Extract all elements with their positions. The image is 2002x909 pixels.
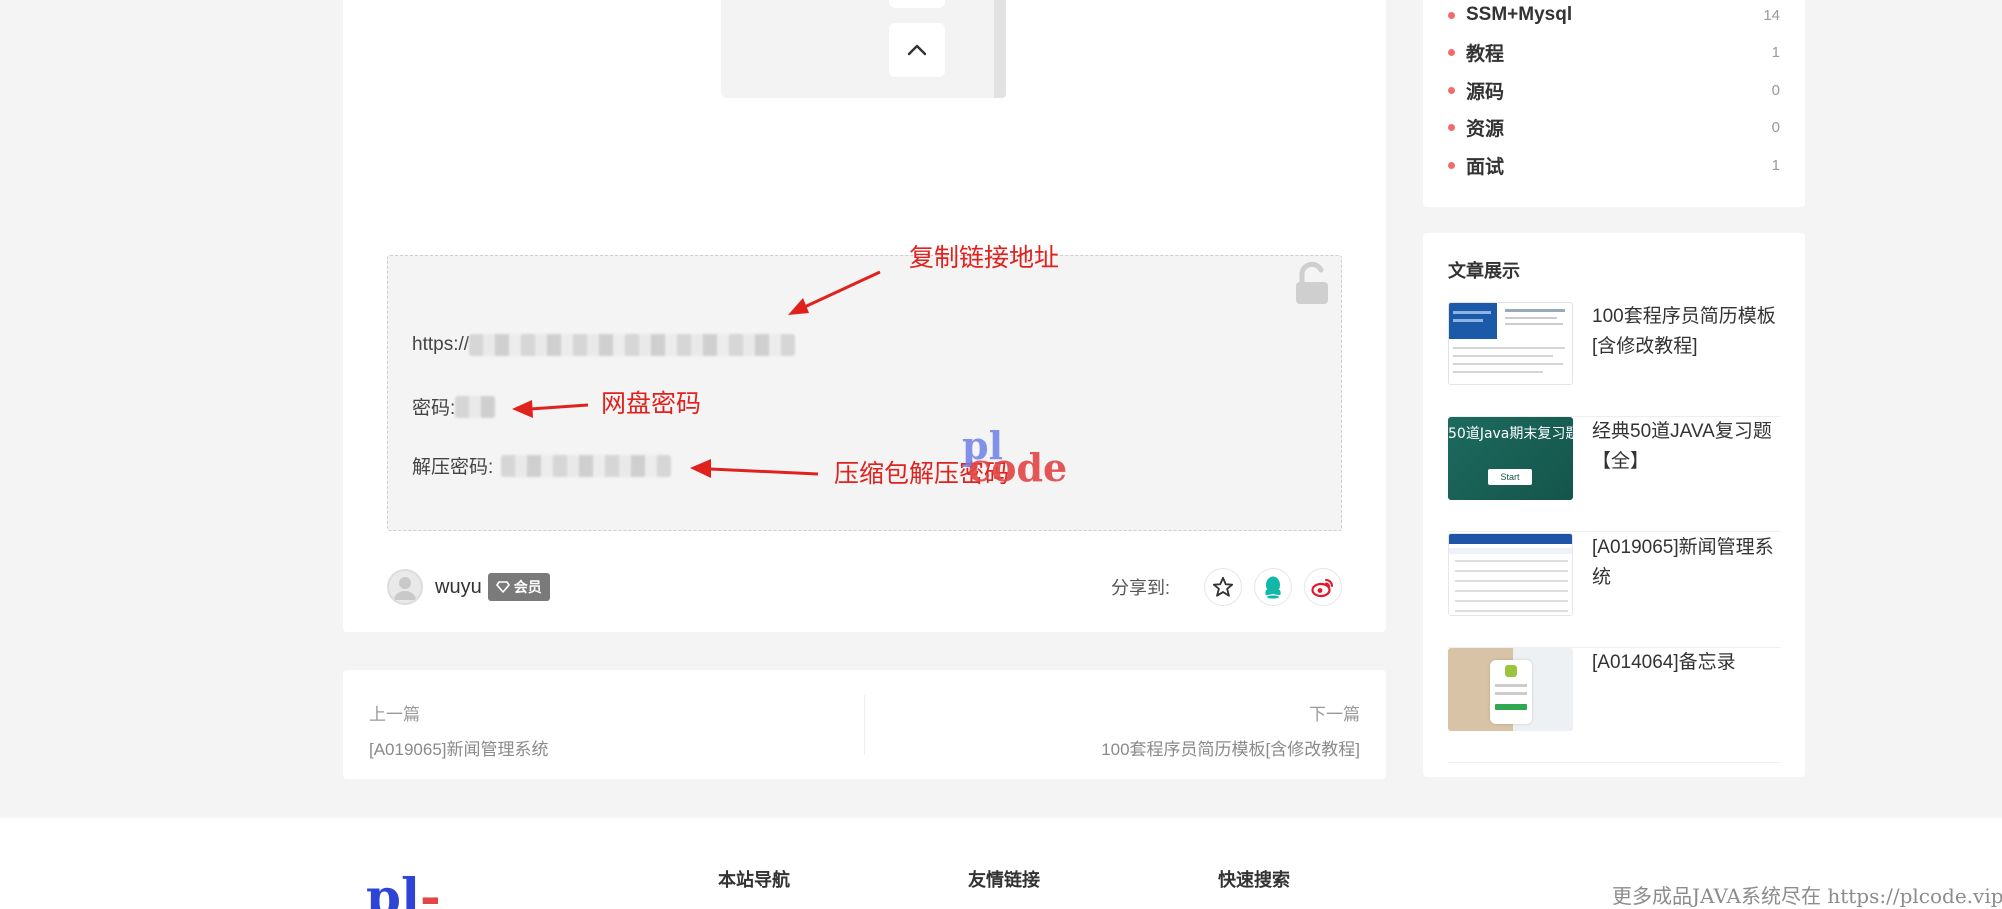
prev-post-link[interactable]: 上一篇 [A019065]新闻管理系统 — [369, 700, 549, 760]
author-name[interactable]: wuyu — [435, 576, 482, 599]
category-name: 面试 — [1466, 156, 1505, 178]
share-bar: 分享到: — [1111, 568, 1342, 606]
unlock-icon — [1296, 262, 1328, 304]
viewer-scrollbar[interactable] — [994, 0, 1006, 98]
category-count: 0 — [1771, 118, 1780, 136]
annotation-copy-link: 复制链接地址 — [909, 243, 1060, 272]
category-name: 源码 — [1466, 81, 1505, 103]
category-count: 1 — [1771, 156, 1780, 174]
download-link-text: https:// — [412, 334, 470, 355]
article-showcase: 文章展示 100套程序员简历模板[含修改教程] 50道Java期末复习题 Sta… — [1423, 233, 1805, 777]
list-item[interactable]: [A019065]新闻管理系统 — [1448, 533, 1780, 648]
category-item-tutorial[interactable]: 教程 1 — [1448, 39, 1780, 65]
post-thumbnail[interactable] — [1448, 648, 1573, 731]
list-item[interactable]: 100套程序员简历模板[含修改教程] — [1448, 302, 1780, 417]
user-icon — [394, 577, 416, 600]
footer-friend-links-heading: 友情链接 — [968, 870, 1040, 890]
prev-post-title: [A019065]新闻管理系统 — [369, 740, 549, 759]
list-item[interactable]: [A014064]备忘录 — [1448, 648, 1780, 763]
thumb-caption: 50道Java期末复习题 — [1448, 426, 1573, 442]
post-title[interactable]: 100套程序员简历模板[含修改教程] — [1592, 302, 1782, 362]
unzip-password-label: 解压密码: — [412, 457, 494, 478]
password-label: 密码: — [412, 398, 456, 419]
post-navigation: 上一篇 [A019065]新闻管理系统 下一篇 100套程序员简历模板[含修改教… — [343, 670, 1386, 779]
qq-share-button[interactable] — [1254, 568, 1292, 606]
post-thumbnail[interactable] — [1448, 302, 1573, 385]
chevron-up-icon — [907, 44, 927, 56]
weibo-share-button[interactable] — [1304, 568, 1342, 606]
list-item[interactable]: 50道Java期末复习题 Start 经典50道JAVA复习题【全】 — [1448, 417, 1780, 532]
bullet-dot — [1448, 48, 1455, 56]
category-name: 资源 — [1466, 118, 1505, 140]
logo-dash: - — [419, 867, 441, 909]
category-item-source[interactable]: 源码 0 — [1448, 77, 1780, 103]
scroll-up-button[interactable] — [889, 23, 945, 77]
post-thumbnail[interactable] — [1448, 533, 1573, 616]
article-card: https:// 密码: 解压密码: wuyu 会员 分享到: — [343, 0, 1386, 632]
disk-password-line: 密码: — [412, 393, 496, 420]
viewer-control-stub[interactable] — [889, 0, 945, 8]
category-list: SSM+Mysql 14 教程 1 源码 0 资源 0 面试 1 — [1423, 0, 1805, 207]
prev-post-label: 上一篇 — [369, 705, 420, 724]
star-icon — [1212, 576, 1234, 597]
footer-logo-text: pl — [366, 867, 420, 909]
post-title[interactable]: [A019065]新闻管理系统 — [1592, 533, 1782, 593]
member-badge: 会员 — [487, 573, 550, 601]
weibo-icon — [1311, 579, 1333, 598]
category-item-resources[interactable]: 资源 0 — [1448, 114, 1780, 140]
footer-quick-search-heading: 快速搜索 — [1218, 870, 1290, 890]
annotation-disk-password: 网盘密码 — [601, 389, 702, 418]
category-count: 0 — [1771, 81, 1780, 99]
next-post-label: 下一篇 — [1309, 705, 1360, 724]
next-post-title: 100套程序员简历模板[含修改教程] — [1101, 740, 1360, 759]
redacted-link — [469, 334, 796, 356]
author-info: wuyu 会员 — [387, 569, 550, 605]
avatar[interactable] — [387, 569, 423, 605]
footer-logo[interactable]: pl- — [366, 872, 441, 909]
redacted-password[interactable] — [455, 395, 496, 418]
bullet-dot — [1448, 11, 1455, 19]
watermark-logo: pl code — [962, 427, 1067, 489]
post-title[interactable]: [A014064]备忘录 — [1592, 648, 1782, 678]
category-item-ssm-mysql[interactable]: SSM+Mysql 14 — [1448, 2, 1780, 28]
member-badge-label: 会员 — [513, 579, 542, 595]
bullet-dot — [1448, 161, 1455, 169]
download-link[interactable]: https:// — [412, 334, 796, 356]
category-count: 1 — [1771, 43, 1780, 61]
category-count: 14 — [1763, 6, 1780, 24]
media-viewer-panel — [721, 0, 1006, 98]
bullet-dot — [1448, 86, 1455, 94]
bullet-dot — [1448, 123, 1455, 131]
favorite-share-button[interactable] — [1204, 568, 1242, 606]
post-title[interactable]: 经典50道JAVA复习题【全】 — [1592, 417, 1782, 477]
footer-site-nav-heading: 本站导航 — [718, 870, 790, 890]
next-post-link[interactable]: 下一篇 100套程序员简历模板[含修改教程] — [1101, 700, 1360, 760]
nav-divider — [864, 695, 865, 755]
diamond-icon — [495, 581, 510, 593]
unzip-password-line: 解压密码: — [412, 452, 672, 479]
thumb-start-button: Start — [1488, 469, 1532, 485]
section-title: 文章展示 — [1448, 261, 1520, 281]
watermark-logo-code: code — [968, 445, 1068, 490]
category-item-interview[interactable]: 面试 1 — [1448, 152, 1780, 178]
qq-icon — [1265, 576, 1281, 599]
category-name: 教程 — [1466, 43, 1505, 65]
share-label: 分享到: — [1110, 578, 1170, 598]
site-watermark: 更多成品JAVA系统尽在 https://plcode.vip — [1612, 884, 2002, 908]
category-name: SSM+Mysql — [1466, 4, 1573, 25]
post-thumbnail[interactable]: 50道Java期末复习题 Start — [1448, 417, 1573, 500]
redacted-unzip-password[interactable] — [501, 454, 672, 477]
